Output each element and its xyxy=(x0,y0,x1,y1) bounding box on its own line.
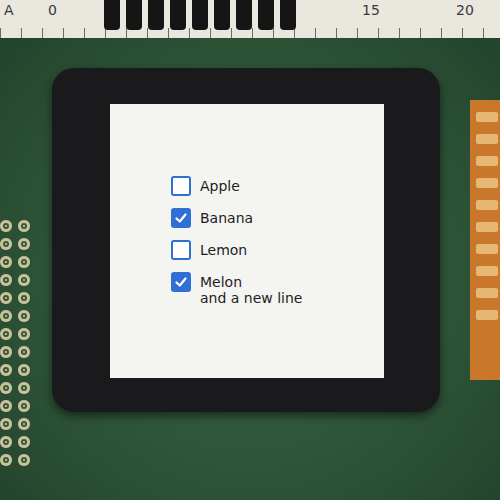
pad xyxy=(476,244,498,254)
pin xyxy=(258,0,274,30)
hole xyxy=(18,364,30,376)
checkbox-label: Apple xyxy=(200,176,240,194)
hole xyxy=(18,382,30,394)
pad xyxy=(476,310,498,320)
pad xyxy=(476,288,498,298)
checkbox-list: Apple Banana Lemon Melon and a new line xyxy=(110,104,384,306)
pin xyxy=(214,0,230,30)
checkbox-label: Banana xyxy=(200,208,253,226)
checkbox[interactable] xyxy=(171,240,191,260)
hole-row xyxy=(0,328,30,340)
hole-row xyxy=(0,256,30,268)
hole-row xyxy=(0,400,30,412)
hole xyxy=(0,292,12,304)
hole-row xyxy=(0,382,30,394)
hole xyxy=(0,274,12,286)
screen: Apple Banana Lemon Melon and a new line xyxy=(110,104,384,378)
hole-row xyxy=(0,274,30,286)
hole xyxy=(0,364,12,376)
pad xyxy=(476,134,498,144)
checkbox-row[interactable]: Lemon xyxy=(171,240,384,262)
device-photo: A 0 15 20 Apple Banana Lemon Melon and a ne… xyxy=(0,0,500,500)
hole xyxy=(18,418,30,430)
ruler-label: 15 xyxy=(362,2,380,18)
pin xyxy=(104,0,120,30)
hole xyxy=(0,418,12,430)
pad xyxy=(476,178,498,188)
pad xyxy=(476,222,498,232)
hole xyxy=(0,328,12,340)
hole xyxy=(0,256,12,268)
hole xyxy=(18,274,30,286)
hole-row xyxy=(0,364,30,376)
hole-row xyxy=(0,346,30,358)
pin-header xyxy=(100,0,300,34)
pin xyxy=(148,0,164,30)
hole-row xyxy=(0,418,30,430)
checkbox-label: Lemon xyxy=(200,240,247,258)
hole xyxy=(0,220,12,232)
hole-row xyxy=(0,310,30,322)
flex-cable xyxy=(470,100,500,380)
pin xyxy=(170,0,186,30)
pin xyxy=(280,0,296,30)
hole xyxy=(0,436,12,448)
hole xyxy=(18,400,30,412)
hole-row xyxy=(0,220,30,232)
display-bezel: Apple Banana Lemon Melon and a new line xyxy=(52,68,440,412)
pin xyxy=(192,0,208,30)
checkbox[interactable] xyxy=(171,272,191,292)
hole-row xyxy=(0,238,30,250)
pin xyxy=(126,0,142,30)
hole xyxy=(18,256,30,268)
hole xyxy=(18,238,30,250)
header-holes xyxy=(0,220,30,466)
hole-row xyxy=(0,292,30,304)
pad xyxy=(476,112,498,122)
hole xyxy=(0,310,12,322)
hole xyxy=(18,436,30,448)
hole-row xyxy=(0,436,30,448)
hole xyxy=(18,328,30,340)
hole xyxy=(18,346,30,358)
ruler-label: 0 xyxy=(48,2,57,18)
hole xyxy=(18,454,30,466)
hole xyxy=(0,454,12,466)
hole xyxy=(0,400,12,412)
checkbox-row[interactable]: Melon and a new line xyxy=(171,272,384,306)
pad xyxy=(476,200,498,210)
hole xyxy=(18,310,30,322)
ruler-label: A xyxy=(4,2,14,18)
checkmark-icon xyxy=(174,275,188,289)
pad xyxy=(476,156,498,166)
ruler-label: 20 xyxy=(456,2,474,18)
pad xyxy=(476,266,498,276)
checkbox[interactable] xyxy=(171,176,191,196)
hole-row xyxy=(0,454,30,466)
hole xyxy=(0,382,12,394)
hole xyxy=(18,292,30,304)
hole xyxy=(18,220,30,232)
hole xyxy=(0,238,12,250)
checkbox-row[interactable]: Apple xyxy=(171,176,384,198)
checkbox-row[interactable]: Banana xyxy=(171,208,384,230)
checkmark-icon xyxy=(174,211,188,225)
hole xyxy=(0,346,12,358)
checkbox[interactable] xyxy=(171,208,191,228)
pin xyxy=(236,0,252,30)
checkbox-label: Melon and a new line xyxy=(200,272,302,306)
